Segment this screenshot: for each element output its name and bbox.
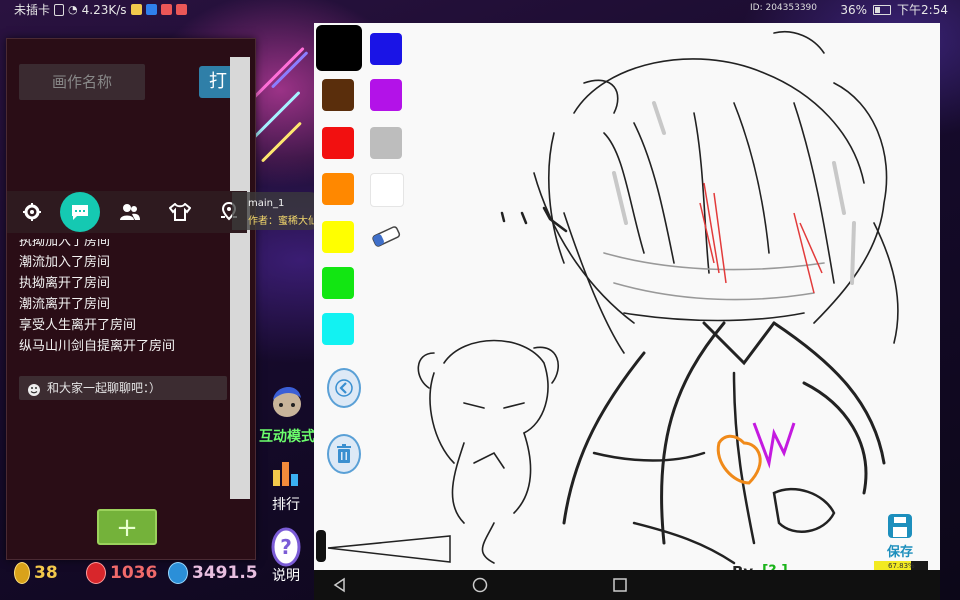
navigation-bar xyxy=(314,570,940,600)
scrollbar[interactable] xyxy=(230,57,250,499)
svg-text:?: ? xyxy=(280,535,292,559)
artwork-name-input[interactable]: 画作名称 xyxy=(19,64,145,100)
carrier-text: 未插卡 xyxy=(14,3,51,17)
author-label: 作者： xyxy=(248,216,278,227)
chat-message-list: 执拗加入了房间 潮流加入了房间 执拗离开了房间 潮流离开了房间 享受人生离开了房… xyxy=(19,239,229,369)
chat-button[interactable] xyxy=(60,192,100,232)
blue-currency: 3491.5 xyxy=(168,562,258,584)
back-arrow-icon xyxy=(335,379,353,397)
gold-coin-icon xyxy=(14,562,30,584)
chat-message: 执拗离开了房间 xyxy=(19,276,111,291)
color-swatch-brown[interactable] xyxy=(322,79,354,111)
interactive-mode-button[interactable]: 互动模式 xyxy=(256,378,318,446)
chat-message: 潮流离开了房间 xyxy=(19,297,111,312)
clear-button[interactable] xyxy=(327,434,361,474)
wifi-icon: ◔ xyxy=(68,3,78,16)
red-currency: 1036 xyxy=(86,562,157,584)
red-gem-icon xyxy=(86,562,106,584)
clock-text: 下午2:54 xyxy=(897,3,948,17)
color-swatch-red[interactable] xyxy=(322,127,354,159)
color-swatch-cyan[interactable] xyxy=(322,313,354,345)
help-icon: ? xyxy=(271,527,301,567)
red-amount: 1036 xyxy=(110,563,158,583)
chat-message: 纵马山川剑自提离开了房间 xyxy=(19,339,176,354)
users-icon xyxy=(120,204,140,220)
ranking-label: 排行 xyxy=(272,497,300,513)
shirt-icon xyxy=(169,203,191,221)
add-button[interactable]: + xyxy=(97,509,157,545)
help-button[interactable]: ? 说明 xyxy=(266,527,306,585)
blue-amount: 3491.5 xyxy=(192,563,258,583)
status-bar: 未插卡 ◔ 4.23K/s ID: 204353390 36% 下午2:54 xyxy=(0,0,960,18)
speed-text: 4.23K/s xyxy=(81,2,127,17)
app-notification-icon xyxy=(145,4,157,15)
interactive-mode-label: 互动模式 xyxy=(259,429,315,445)
author-name: 蜜稀大仙 xyxy=(278,216,318,227)
app-notification-icon xyxy=(160,4,172,15)
undo-button[interactable] xyxy=(327,368,361,408)
avatar-icon xyxy=(273,386,301,417)
app-notification-icon xyxy=(130,4,142,15)
app-notification-icon xyxy=(175,4,187,15)
author-line: 作者：蜜稀大仙 xyxy=(248,212,324,227)
chat-placeholder: 和大家一起聊聊吧：） xyxy=(47,381,162,395)
room-name: main_1 xyxy=(248,198,285,209)
gold-amount: 38 xyxy=(34,563,58,583)
chat-message: 潮流加入了房间 xyxy=(19,255,111,270)
ranking-button[interactable]: 排行 xyxy=(266,456,306,514)
blue-gem-icon xyxy=(168,562,188,584)
ranking-icon xyxy=(273,462,298,486)
color-swatch-black[interactable] xyxy=(316,25,362,71)
user-id-text: ID: 204353390 xyxy=(750,3,818,13)
chat-message: 享受人生离开了房间 xyxy=(19,318,137,333)
battery-percent: 36% xyxy=(840,2,868,17)
home-nav-icon[interactable] xyxy=(472,577,488,593)
help-label: 说明 xyxy=(272,568,300,584)
chat-icon xyxy=(72,205,88,220)
drawing-canvas[interactable]: 保存 67.83% By [? ] xyxy=(314,23,940,581)
color-swatch-orange[interactable] xyxy=(322,173,354,205)
back-nav-icon[interactable] xyxy=(332,577,348,593)
gold-currency: 38 xyxy=(14,562,58,584)
color-swatch-green[interactable] xyxy=(322,267,354,299)
settings-button[interactable] xyxy=(15,195,49,229)
chat-input[interactable]: 和大家一起聊聊吧：） xyxy=(19,376,227,400)
sketch-artwork xyxy=(417,31,899,565)
save-icon xyxy=(888,514,912,538)
color-swatch-yellow[interactable] xyxy=(322,221,354,253)
battery-icon xyxy=(873,4,892,15)
smile-icon xyxy=(27,381,41,405)
chat-message: 执拗加入了房间 xyxy=(19,239,111,249)
left-panel: 画作名称 打开 执拗加入了房间 xyxy=(6,38,256,560)
gear-icon xyxy=(23,203,41,221)
users-button[interactable] xyxy=(113,195,147,229)
shirt-button[interactable] xyxy=(163,195,197,229)
recents-nav-icon[interactable] xyxy=(612,577,628,593)
save-button[interactable]: 保存 xyxy=(886,513,914,560)
trash-icon xyxy=(337,444,351,463)
save-label: 保存 xyxy=(886,545,913,560)
sim-icon xyxy=(54,3,65,16)
